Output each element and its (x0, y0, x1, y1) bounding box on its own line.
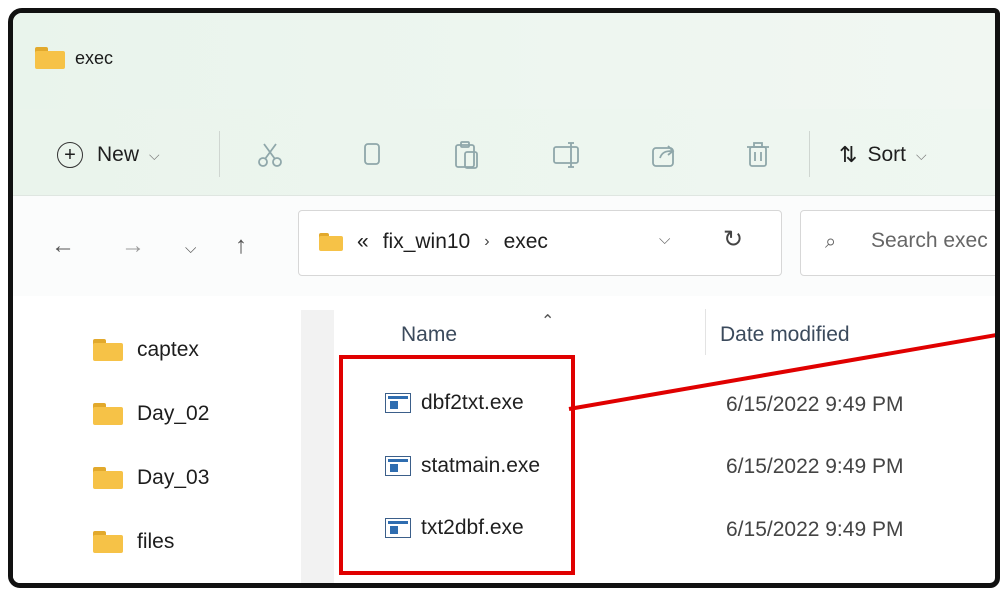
annotation-arrow-line (568, 333, 995, 411)
explorer-window: exec + New ⌵ ⇅ Sort ⌵ ← → ⌵ ↑ « fix_win1… (8, 8, 1000, 588)
column-divider[interactable] (995, 309, 996, 355)
